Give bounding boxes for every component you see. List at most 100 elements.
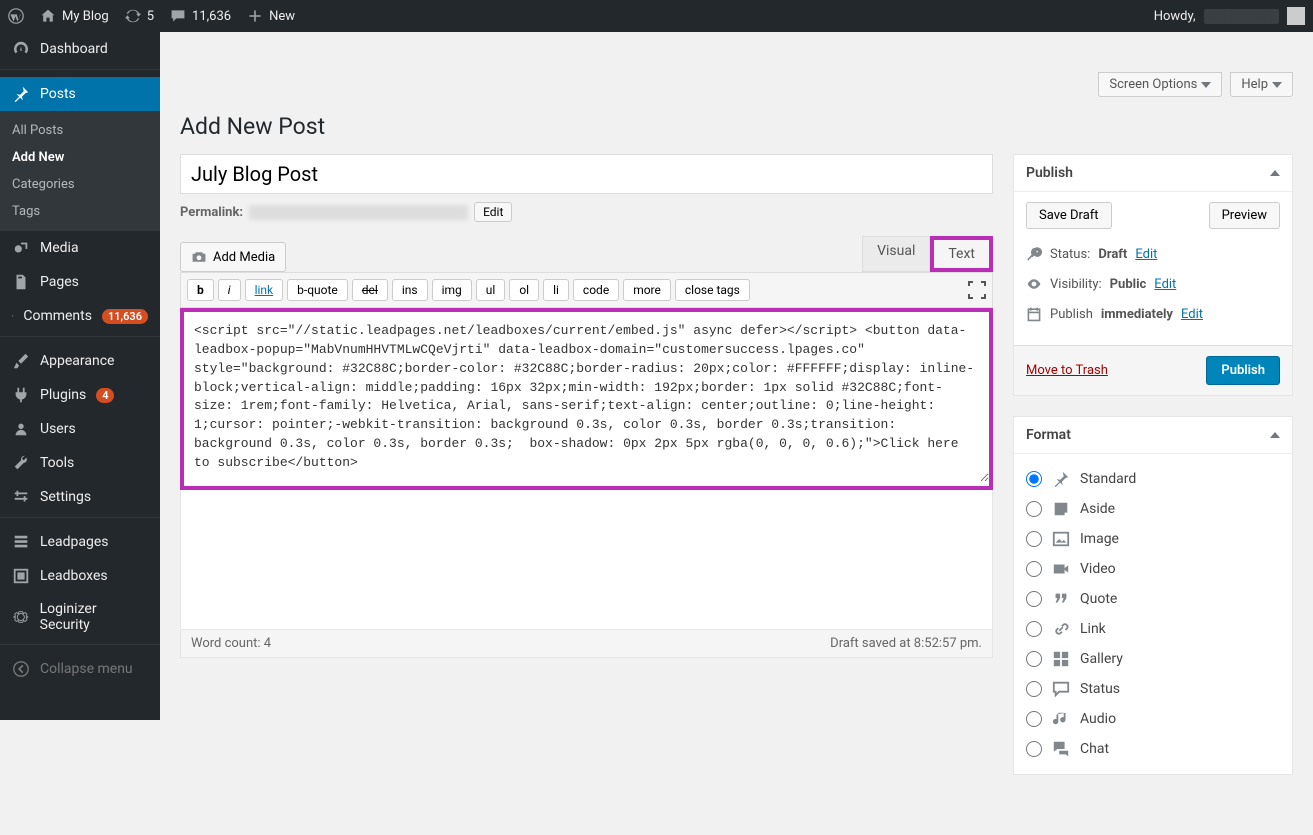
- editor-highlight: [180, 308, 993, 490]
- format-audio[interactable]: Audio: [1026, 704, 1280, 734]
- qt-li[interactable]: li: [543, 279, 569, 301]
- comments-icon: [12, 307, 13, 325]
- image-icon: [1052, 530, 1070, 548]
- sidebar-item-pages[interactable]: Pages: [0, 265, 160, 299]
- qt-more[interactable]: more: [623, 279, 671, 301]
- sidebar-item-media[interactable]: Media: [0, 231, 160, 265]
- preview-button[interactable]: Preview: [1209, 202, 1280, 229]
- sidebar-item-users[interactable]: Users: [0, 412, 160, 446]
- format-image[interactable]: Image: [1026, 524, 1280, 554]
- editor-whitespace[interactable]: [180, 490, 993, 630]
- format-gallery[interactable]: Gallery: [1026, 644, 1280, 674]
- status-value: Draft: [1098, 247, 1127, 262]
- move-to-trash-link[interactable]: Move to Trash: [1026, 363, 1108, 378]
- format-aside[interactable]: Aside: [1026, 494, 1280, 524]
- sidebar-item-dashboard[interactable]: Dashboard: [0, 32, 160, 66]
- publish-button[interactable]: Publish: [1206, 356, 1280, 385]
- fullscreen-icon[interactable]: [968, 281, 986, 299]
- users-icon: [12, 420, 30, 438]
- leadpages-icon: [12, 533, 30, 551]
- edit-schedule-link[interactable]: Edit: [1181, 307, 1203, 322]
- sub-tags[interactable]: Tags: [0, 198, 160, 225]
- permalink-edit-button[interactable]: Edit: [474, 202, 512, 222]
- toggle-icon[interactable]: [1270, 432, 1280, 438]
- edit-visibility-link[interactable]: Edit: [1154, 277, 1176, 292]
- new-content-link[interactable]: New: [247, 8, 295, 24]
- format-metabox: Format Standard Aside Image Video Quote …: [1013, 416, 1293, 775]
- plus-icon: [247, 8, 263, 24]
- format-status[interactable]: Status: [1026, 674, 1280, 704]
- qt-bquote[interactable]: b-quote: [287, 279, 348, 301]
- permalink-url[interactable]: redacted-permalink-url-text-here-blog: [249, 205, 468, 220]
- content-textarea[interactable]: [184, 312, 989, 482]
- editor-status-bar: Word count: 4 Draft saved at 8:52:57 pm.: [180, 630, 993, 658]
- sidebar-item-comments[interactable]: Comments11,636: [0, 299, 160, 333]
- chevron-down-icon: [1201, 82, 1211, 88]
- add-media-button[interactable]: Add Media: [180, 242, 286, 272]
- format-quote[interactable]: Quote: [1026, 584, 1280, 614]
- format-chat[interactable]: Chat: [1026, 734, 1280, 764]
- admin-sidebar: Dashboard Posts All Posts Add New Catego…: [0, 32, 160, 720]
- sliders-icon: [12, 488, 30, 506]
- qt-code[interactable]: code: [573, 279, 619, 301]
- tab-visual[interactable]: Visual: [862, 236, 930, 272]
- updates-link[interactable]: 5: [125, 8, 154, 24]
- status-line: Status: Draft Edit: [1026, 239, 1280, 269]
- sidebar-item-leadpages[interactable]: Leadpages: [0, 525, 160, 559]
- help-button[interactable]: Help: [1230, 72, 1293, 97]
- leadboxes-icon: [12, 567, 30, 585]
- qt-ins[interactable]: ins: [392, 279, 428, 301]
- gallery-icon: [1052, 650, 1070, 668]
- video-icon: [1052, 560, 1070, 578]
- edit-status-link[interactable]: Edit: [1135, 247, 1157, 262]
- sub-all-posts[interactable]: All Posts: [0, 117, 160, 144]
- sidebar-item-plugins[interactable]: Plugins4: [0, 378, 160, 412]
- sidebar-item-tools[interactable]: Tools: [0, 446, 160, 480]
- media-icon: [12, 239, 30, 257]
- qt-img[interactable]: img: [432, 279, 472, 301]
- comment-icon: [170, 8, 186, 24]
- sidebar-item-leadboxes[interactable]: Leadboxes: [0, 559, 160, 593]
- quote-icon: [1052, 590, 1070, 608]
- key-icon: [1026, 246, 1042, 262]
- format-standard[interactable]: Standard: [1026, 464, 1280, 494]
- qt-close[interactable]: close tags: [675, 279, 750, 301]
- toggle-icon[interactable]: [1270, 170, 1280, 176]
- format-link[interactable]: Link: [1026, 614, 1280, 644]
- qt-del[interactable]: del: [352, 279, 388, 301]
- collapse-icon: [12, 660, 30, 678]
- qt-bold[interactable]: b: [187, 279, 214, 301]
- wrench-icon: [12, 454, 30, 472]
- sidebar-item-loginizer[interactable]: Loginizer Security: [0, 593, 160, 641]
- sidebar-item-appearance[interactable]: Appearance: [0, 344, 160, 378]
- screen-options-button[interactable]: Screen Options: [1098, 72, 1222, 97]
- sub-add-new[interactable]: Add New: [0, 144, 160, 171]
- post-title-input[interactable]: [180, 154, 993, 194]
- tab-text[interactable]: Text: [930, 236, 993, 272]
- admin-bar: My Blog 5 11,636 New Howdy, hidden user: [0, 0, 1313, 32]
- site-name-link[interactable]: My Blog: [40, 8, 109, 24]
- format-video[interactable]: Video: [1026, 554, 1280, 584]
- new-label: New: [269, 9, 295, 24]
- comments-link[interactable]: 11,636: [170, 8, 231, 24]
- sidebar-collapse[interactable]: Collapse menu: [0, 652, 160, 686]
- save-draft-button[interactable]: Save Draft: [1026, 202, 1112, 229]
- avatar[interactable]: [1287, 7, 1305, 25]
- qt-ul[interactable]: ul: [476, 279, 506, 301]
- qt-ol[interactable]: ol: [509, 279, 539, 301]
- qt-link[interactable]: link: [245, 279, 284, 301]
- site-name: My Blog: [62, 9, 109, 24]
- format-list: Standard Aside Image Video Quote Link Ga…: [1014, 454, 1292, 774]
- qt-italic[interactable]: i: [218, 279, 241, 301]
- wp-logo[interactable]: [8, 8, 24, 24]
- sidebar-item-posts[interactable]: Posts: [0, 77, 160, 111]
- sub-categories[interactable]: Categories: [0, 171, 160, 198]
- calendar-icon: [1026, 306, 1042, 322]
- comments-badge: 11,636: [102, 309, 148, 324]
- publish-metabox: Publish Save Draft Preview Status: Draft…: [1013, 154, 1293, 396]
- word-count: Word count: 4: [191, 636, 271, 651]
- brush-icon: [12, 352, 30, 370]
- chat-icon: [1052, 740, 1070, 758]
- comments-count: 11,636: [192, 9, 231, 24]
- sidebar-item-settings[interactable]: Settings: [0, 480, 160, 514]
